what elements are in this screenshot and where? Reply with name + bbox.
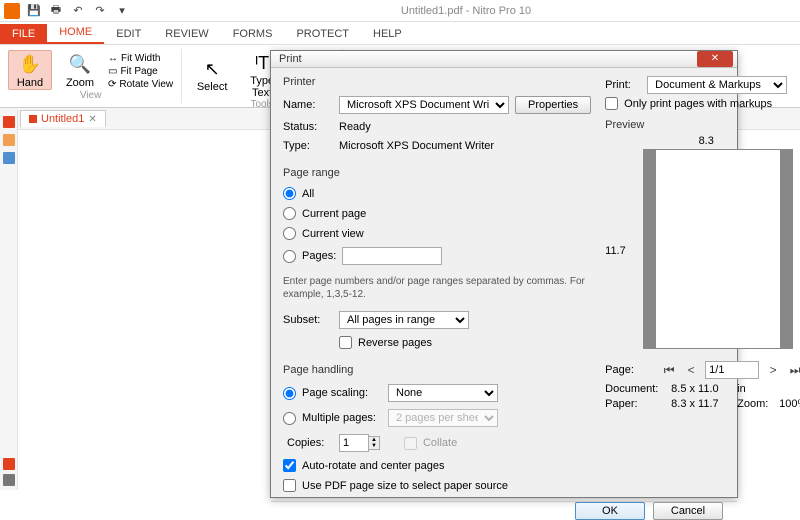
document-size-value: 8.5 x 11.0 (671, 383, 731, 395)
tab-file[interactable]: FILE (0, 24, 47, 44)
printer-name-select[interactable]: Microsoft XPS Document Writer (339, 96, 509, 114)
rotate-icon: ⟳ (108, 79, 116, 90)
tab-edit[interactable]: EDIT (104, 24, 153, 44)
close-tab-icon[interactable]: ✕ (88, 114, 96, 125)
use-pdf-size-checkbox[interactable] (283, 479, 296, 492)
app-logo-icon (4, 3, 20, 19)
properties-button[interactable]: Properties (515, 96, 591, 114)
range-pages-radio[interactable] (283, 250, 296, 263)
reverse-pages-checkbox[interactable] (339, 336, 352, 349)
tab-protect[interactable]: PROTECT (284, 24, 361, 44)
range-all-radio[interactable] (283, 187, 296, 200)
pages-input[interactable] (342, 247, 442, 265)
zoom-label: Zoom: (737, 398, 773, 410)
select-icon: ↖ (200, 57, 224, 81)
tab-forms[interactable]: FORMS (221, 24, 285, 44)
tab-review[interactable]: REVIEW (153, 24, 220, 44)
paper-size-label: Paper: (605, 398, 665, 410)
page-nav-label: Page: (605, 364, 655, 376)
auto-rotate-checkbox[interactable] (283, 459, 296, 472)
print-icon[interactable]: 🖶 (48, 3, 64, 19)
page-handling-section-label: Page handling (283, 364, 591, 376)
preview-height-label: 11.7 (605, 245, 629, 257)
sidebar-layers-icon[interactable] (3, 152, 15, 164)
multiple-pages-radio[interactable] (283, 412, 296, 425)
preview-thumbnail (643, 149, 793, 349)
sidebar-bookmarks-icon[interactable] (3, 134, 15, 146)
range-current-view-radio[interactable] (283, 227, 296, 240)
left-sidebar (0, 110, 18, 490)
preview-width-label: 8.3 (605, 135, 800, 147)
print-label: Print: (605, 79, 641, 91)
sidebar-bottom-b-icon[interactable] (3, 474, 15, 486)
paper-size-value: 8.3 x 11.7 (671, 398, 731, 410)
tab-help[interactable]: HELP (361, 24, 414, 44)
dialog-footer: OK Cancel (271, 501, 737, 520)
status-label: Status: (283, 121, 333, 133)
copies-label: Copies: (283, 437, 333, 449)
first-page-icon[interactable]: ⏮ (661, 363, 677, 378)
status-value: Ready (339, 121, 371, 133)
subset-label: Subset: (283, 314, 333, 326)
page-scaling-select[interactable]: None (388, 384, 498, 402)
zoom-icon: 🔍 (68, 53, 92, 77)
preview-section-label: Preview (605, 119, 800, 131)
hand-icon: ✋ (18, 53, 42, 77)
type-label: Type: (283, 140, 333, 152)
copies-spinbox[interactable]: ▲▼ (339, 434, 380, 452)
qat-more-icon[interactable]: ▾ (114, 3, 130, 19)
ok-button[interactable]: OK (575, 502, 645, 520)
copies-input[interactable] (339, 434, 369, 452)
dialog-title-text: Print (275, 53, 697, 65)
next-page-icon[interactable]: > (765, 363, 781, 377)
dialog-close-button[interactable]: ✕ (697, 51, 733, 67)
sidebar-bottom-a-icon[interactable] (3, 458, 15, 470)
name-label: Name: (283, 99, 333, 111)
page-scaling-radio[interactable] (283, 387, 296, 400)
multiple-pages-select: 2 pages per sheet (388, 409, 498, 427)
page-nav-input[interactable] (705, 361, 759, 379)
dialog-titlebar: Print ✕ (271, 51, 737, 68)
rotate-view-button[interactable]: ⟳Rotate View (108, 79, 173, 90)
print-dialog: Print ✕ Printer Name: Microsoft XPS Docu… (270, 50, 738, 498)
fit-page-icon: ▭ (108, 66, 117, 77)
range-note: Enter page numbers and/or page ranges se… (283, 275, 591, 301)
document-size-unit: in (737, 383, 746, 395)
document-size-label: Document: (605, 383, 665, 395)
pdf-tab-icon (29, 115, 37, 123)
group-view-label: View (80, 90, 102, 103)
window-title: Untitled1.pdf - Nitro Pro 10 (136, 5, 796, 17)
tab-home[interactable]: HOME (47, 22, 104, 44)
page-range-section-label: Page range (283, 167, 591, 179)
select-button[interactable]: ↖ Select (190, 55, 234, 93)
subset-select[interactable]: All pages in range (339, 311, 469, 329)
document-tab[interactable]: Untitled1 ✕ (20, 110, 106, 127)
title-bar: 💾 🖶 ↶ ↷ ▾ Untitled1.pdf - Nitro Pro 10 (0, 0, 800, 22)
fit-width-icon: ↔ (108, 53, 118, 64)
sidebar-pages-icon[interactable] (3, 116, 15, 128)
type-value: Microsoft XPS Document Writer (339, 140, 494, 152)
last-page-icon[interactable]: ⏭ (787, 363, 800, 378)
range-current-page-radio[interactable] (283, 207, 296, 220)
zoom-value: 100% (779, 398, 800, 410)
save-icon[interactable]: 💾 (26, 3, 42, 19)
print-content-select[interactable]: Document & Markups (647, 76, 787, 94)
printer-section-label: Printer (283, 76, 591, 88)
hand-tool-button[interactable]: ✋ Hand (8, 50, 52, 90)
copies-down-icon[interactable]: ▼ (369, 443, 379, 449)
cancel-button[interactable]: Cancel (653, 502, 723, 520)
zoom-button[interactable]: 🔍 Zoom (58, 51, 102, 89)
fit-page-button[interactable]: ▭Fit Page (108, 66, 173, 77)
fit-width-button[interactable]: ↔Fit Width (108, 53, 173, 64)
prev-page-icon[interactable]: < (683, 363, 699, 377)
redo-icon[interactable]: ↷ (92, 3, 108, 19)
undo-icon[interactable]: ↶ (70, 3, 86, 19)
collate-checkbox (404, 437, 417, 450)
menu-tabs: FILE HOME EDIT REVIEW FORMS PROTECT HELP (0, 22, 800, 44)
only-markups-checkbox[interactable] (605, 97, 618, 110)
